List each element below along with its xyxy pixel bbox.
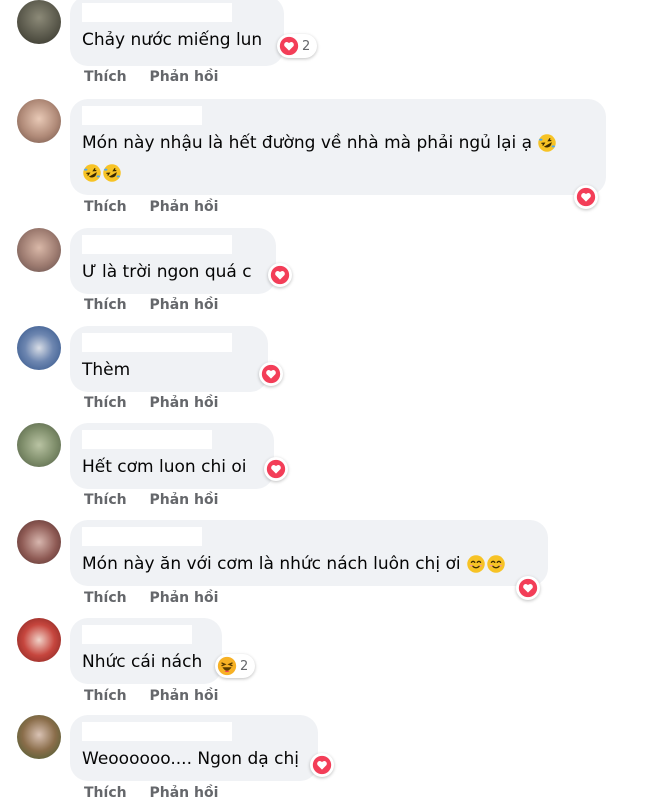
avatar[interactable] xyxy=(17,423,61,467)
comment-actions: Thích Phản hồi xyxy=(84,69,218,85)
reply-button[interactable]: Phản hồi xyxy=(149,297,218,313)
comment-actions: Thích Phản hồi xyxy=(84,297,218,313)
like-button[interactable]: Thích xyxy=(84,590,127,606)
comment-text: Ư là trời ngon quá c xyxy=(82,262,252,282)
comment-text-line1: Món này nhậu là hết đường về nhà mà phải… xyxy=(82,133,533,153)
comment-actions: Thích Phản hồi xyxy=(84,688,218,704)
comment-bubble: Món này ăn với cơm là nhức nách luôn chị… xyxy=(70,520,548,586)
smiling-emoji xyxy=(486,554,506,574)
redacted-author-name xyxy=(82,527,202,546)
like-button[interactable]: Thích xyxy=(84,199,127,215)
haha-icon xyxy=(217,656,237,676)
reply-button[interactable]: Phản hồi xyxy=(149,199,218,215)
avatar[interactable] xyxy=(17,326,61,370)
reaction-badge[interactable] xyxy=(264,457,288,481)
comment-text-line2 xyxy=(82,161,122,186)
redacted-author-name xyxy=(82,235,232,254)
avatar[interactable] xyxy=(17,99,61,143)
like-button[interactable]: Thích xyxy=(84,395,127,411)
comment-text: Món này ăn với cơm là nhức nách luôn chị… xyxy=(82,552,506,577)
reaction-badge[interactable]: 2 xyxy=(215,654,256,678)
reaction-badge[interactable]: 2 xyxy=(277,34,318,58)
avatar[interactable] xyxy=(17,520,61,564)
comment-actions: Thích Phản hồi xyxy=(84,590,218,606)
redacted-author-name xyxy=(82,333,232,352)
comment-actions: Thích Phản hồi xyxy=(84,785,218,801)
comment-actions: Thích Phản hồi xyxy=(84,395,218,411)
comment-actions: Thích Phản hồi xyxy=(84,199,218,215)
comment-bubble: Nhức cái nách xyxy=(70,618,222,684)
heart-icon xyxy=(279,36,299,56)
comment-bubble: Chảy nước miếng lun xyxy=(70,0,284,66)
comment-text: Hết cơm luon chi oi xyxy=(82,457,247,477)
like-button[interactable]: Thích xyxy=(84,688,127,704)
rofl-emoji xyxy=(537,133,557,153)
comment-actions: Thích Phản hồi xyxy=(84,492,218,508)
like-button[interactable]: Thích xyxy=(84,297,127,313)
reaction-count: 2 xyxy=(240,658,249,674)
heart-icon xyxy=(518,578,538,598)
avatar[interactable] xyxy=(17,0,61,44)
like-button[interactable]: Thích xyxy=(84,492,127,508)
reply-button[interactable]: Phản hồi xyxy=(149,785,218,801)
smiling-emoji xyxy=(466,554,486,574)
reply-button[interactable]: Phản hồi xyxy=(149,69,218,85)
redacted-author-name xyxy=(82,430,212,449)
reaction-count: 2 xyxy=(302,38,311,54)
redacted-author-name xyxy=(82,722,232,741)
heart-icon xyxy=(576,187,596,207)
reply-button[interactable]: Phản hồi xyxy=(149,395,218,411)
comment-bubble: Thèm xyxy=(70,326,268,392)
comment-text: Chảy nước miếng lun xyxy=(82,30,263,50)
comment-text: Món này nhậu là hết đường về nhà mà phải… xyxy=(82,131,557,156)
rofl-emoji xyxy=(82,163,102,183)
like-button[interactable]: Thích xyxy=(84,785,127,801)
reaction-badge[interactable] xyxy=(574,185,598,209)
heart-icon xyxy=(312,755,332,775)
comment-bubble: Hết cơm luon chi oi xyxy=(70,423,274,489)
heart-icon xyxy=(261,364,281,384)
redacted-author-name xyxy=(82,106,202,125)
reply-button[interactable]: Phản hồi xyxy=(149,492,218,508)
comment-text: Thèm xyxy=(82,360,131,380)
rofl-emoji xyxy=(102,163,122,183)
comment-text: Weoooooo.... Ngon dạ chị xyxy=(82,749,299,769)
reaction-badge[interactable] xyxy=(259,362,283,386)
redacted-author-name xyxy=(82,3,232,22)
comment-bubble: Weoooooo.... Ngon dạ chị xyxy=(70,715,318,781)
reply-button[interactable]: Phản hồi xyxy=(149,688,218,704)
heart-icon xyxy=(266,459,286,479)
redacted-author-name xyxy=(82,625,192,644)
comment-bubble: Món này nhậu là hết đường về nhà mà phải… xyxy=(70,99,606,195)
reply-button[interactable]: Phản hồi xyxy=(149,590,218,606)
comment-bubble: Ư là trời ngon quá c xyxy=(70,228,276,294)
comment-text: Nhức cái nách xyxy=(82,652,203,672)
like-button[interactable]: Thích xyxy=(84,69,127,85)
reaction-badge[interactable] xyxy=(516,576,540,600)
reaction-badge[interactable] xyxy=(310,753,334,777)
heart-icon xyxy=(270,265,290,285)
avatar[interactable] xyxy=(17,228,61,272)
comment-text-body: Món này ăn với cơm là nhức nách luôn chị… xyxy=(82,554,461,574)
avatar[interactable] xyxy=(17,618,61,662)
reaction-badge[interactable] xyxy=(268,263,292,287)
avatar[interactable] xyxy=(17,715,61,759)
